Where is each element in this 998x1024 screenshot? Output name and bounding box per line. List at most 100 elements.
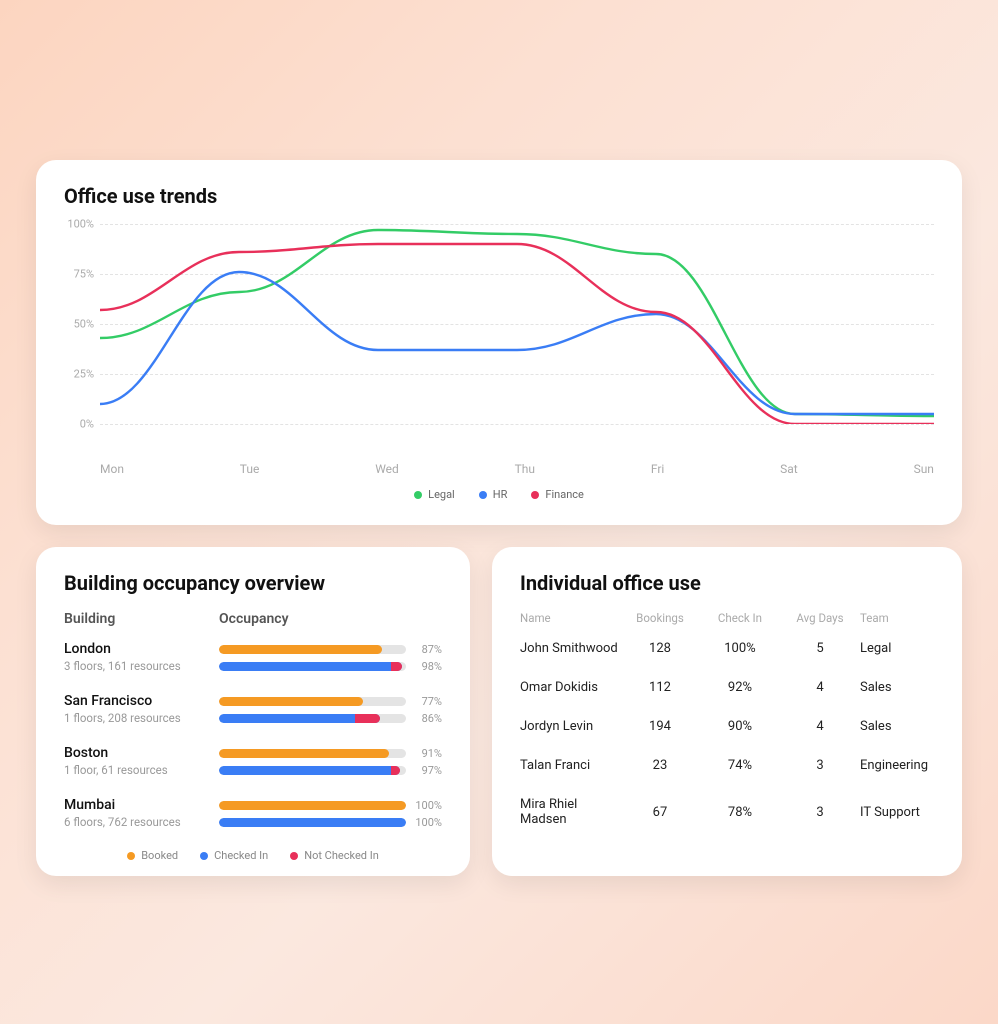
legend-dot-not-checked-in [290,852,298,860]
cell-checkin: 100% [700,641,780,656]
trends-legend: Legal HR Finance [64,488,934,501]
checked-in-pct: 98% [406,660,442,673]
legend-checked-in-label: Checked In [214,849,268,862]
x-tick: Tue [240,462,260,476]
building-name: London [64,641,219,657]
cell-avgdays: 3 [780,805,860,820]
cell-team: Sales [860,680,934,695]
individual-row: Jordyn Levin19490%4Sales [520,719,934,734]
legend-dot-legal [414,491,422,499]
legend-dot-finance [531,491,539,499]
col-name: Name [520,611,620,625]
individual-row: John Smithwood128100%5Legal [520,641,934,656]
occupancy-header: Building Occupancy [64,611,442,627]
x-tick: Thu [515,462,535,476]
building-subtitle: 1 floor, 61 resources [64,763,219,777]
individual-row: Talan Franci2374%3Engineering [520,758,934,773]
legend-hr: HR [479,488,508,501]
cell-checkin: 90% [700,719,780,734]
occupancy-title: Building occupancy overview [64,571,442,595]
cell-checkin: 92% [700,680,780,695]
legend-legal: Legal [414,488,455,501]
legend-booked: Booked [127,849,178,862]
building-subtitle: 6 floors, 762 resources [64,815,219,829]
individual-row: Omar Dokidis11292%4Sales [520,680,934,695]
building-name: Boston [64,745,219,761]
building-subtitle: 1 floors, 208 resources [64,711,219,725]
legend-finance: Finance [531,488,583,501]
cell-avgdays: 4 [780,680,860,695]
cell-name: Omar Dokidis [520,680,620,695]
lower-row: Building occupancy overview Building Occ… [36,547,962,876]
legend-booked-label: Booked [141,849,178,862]
checked-in-pct: 97% [406,764,442,777]
building-subtitle: 3 floors, 161 resources [64,659,219,673]
cell-bookings: 128 [620,641,700,656]
trend-lines [100,224,934,424]
office-use-trends-card: Office use trends 0%25%50%75%100% Mon Tue… [36,160,962,525]
booked-pct: 100% [406,799,442,812]
checked-in-pct: 100% [406,816,442,829]
occupancy-row: Boston 1 floor, 61 resources 91% 97% [64,745,442,781]
cell-checkin: 78% [700,805,780,820]
occupancy-row: London 3 floors, 161 resources 87% 98% [64,641,442,677]
cell-bookings: 67 [620,805,700,820]
x-axis: MonTueWedThuFriSatSun [100,462,934,476]
booked-bar [219,697,363,706]
cell-name: John Smithwood [520,641,620,656]
col-checkin: Check In [700,611,780,625]
y-axis: 0%25%50%75%100% [64,224,100,424]
not-checked-in-bar [391,766,400,775]
x-tick: Sun [914,462,934,476]
cell-team: Legal [860,641,934,656]
legend-legal-label: Legal [428,488,455,501]
legend-dot-hr [479,491,487,499]
col-bookings: Bookings [620,611,700,625]
cell-team: IT Support [860,805,934,820]
checked-in-pct: 86% [406,712,442,725]
legend-dot-booked [127,852,135,860]
booked-pct: 77% [406,695,442,708]
x-tick: Wed [375,462,399,476]
individual-title: Individual office use [520,571,934,595]
y-tick: 50% [74,318,94,331]
occupancy-rows: London 3 floors, 161 resources 87% 98% San F… [64,641,442,833]
building-name: Mumbai [64,797,219,813]
y-tick: 25% [74,368,94,381]
col-team: Team [860,611,934,625]
checked-in-bar [219,766,400,775]
checked-in-bar [219,818,406,827]
individual-row: Mira Rhiel Madsen6778%3IT Support [520,797,934,827]
trend-line-finance [100,244,934,424]
cell-bookings: 112 [620,680,700,695]
building-name: San Francisco [64,693,219,709]
legend-hr-label: HR [493,488,508,501]
cell-bookings: 23 [620,758,700,773]
y-tick: 100% [67,218,94,231]
y-tick: 75% [74,268,94,281]
cell-bookings: 194 [620,719,700,734]
x-tick: Mon [100,462,124,476]
booked-bar [219,749,389,758]
occupancy-col-building: Building [64,611,219,627]
trend-line-legal [100,230,934,416]
booked-pct: 91% [406,747,442,760]
occupancy-row: Mumbai 6 floors, 762 resources 100% 100% [64,797,442,833]
legend-checked-in: Checked In [200,849,268,862]
cell-name: Jordyn Levin [520,719,620,734]
individual-rows: John Smithwood128100%5LegalOmar Dokidis1… [520,641,934,827]
cell-avgdays: 3 [780,758,860,773]
cell-team: Sales [860,719,934,734]
building-occupancy-card: Building occupancy overview Building Occ… [36,547,470,876]
individual-table-header: Name Bookings Check In Avg Days Team [520,611,934,625]
booked-pct: 87% [406,643,442,656]
cell-checkin: 74% [700,758,780,773]
legend-dot-checked-in [200,852,208,860]
cell-team: Engineering [860,758,934,773]
trends-chart: 0%25%50%75%100% [100,224,934,454]
trends-title: Office use trends [64,184,934,208]
occupancy-col-occupancy: Occupancy [219,611,289,627]
individual-office-use-card: Individual office use Name Bookings Chec… [492,547,962,876]
checked-in-bar [219,662,402,671]
cell-name: Talan Franci [520,758,620,773]
